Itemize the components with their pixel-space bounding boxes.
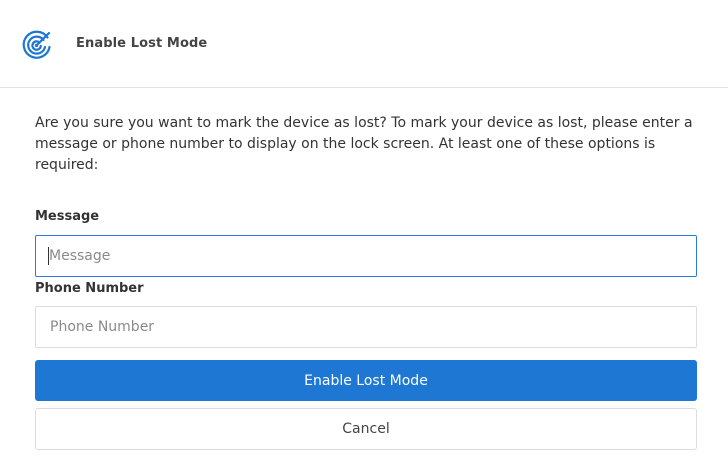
message-input[interactable] (35, 235, 697, 277)
phone-number-input[interactable] (35, 306, 697, 348)
dialog-description: Are you sure you want to mark the device… (35, 115, 693, 173)
dialog-header: Enable Lost Mode (0, 0, 728, 88)
message-label: Message (35, 209, 100, 224)
cancel-button[interactable]: Cancel (35, 408, 697, 450)
radar-icon (20, 28, 54, 62)
enable-lost-mode-dialog: Enable Lost Mode Are you sure you want t… (0, 0, 728, 470)
dialog-body: Are you sure you want to mark the device… (35, 113, 697, 450)
enable-lost-mode-button[interactable]: Enable Lost Mode (35, 360, 697, 401)
dialog-title: Enable Lost Mode (76, 36, 208, 51)
text-cursor (48, 247, 49, 265)
phone-number-label: Phone Number (35, 281, 144, 296)
